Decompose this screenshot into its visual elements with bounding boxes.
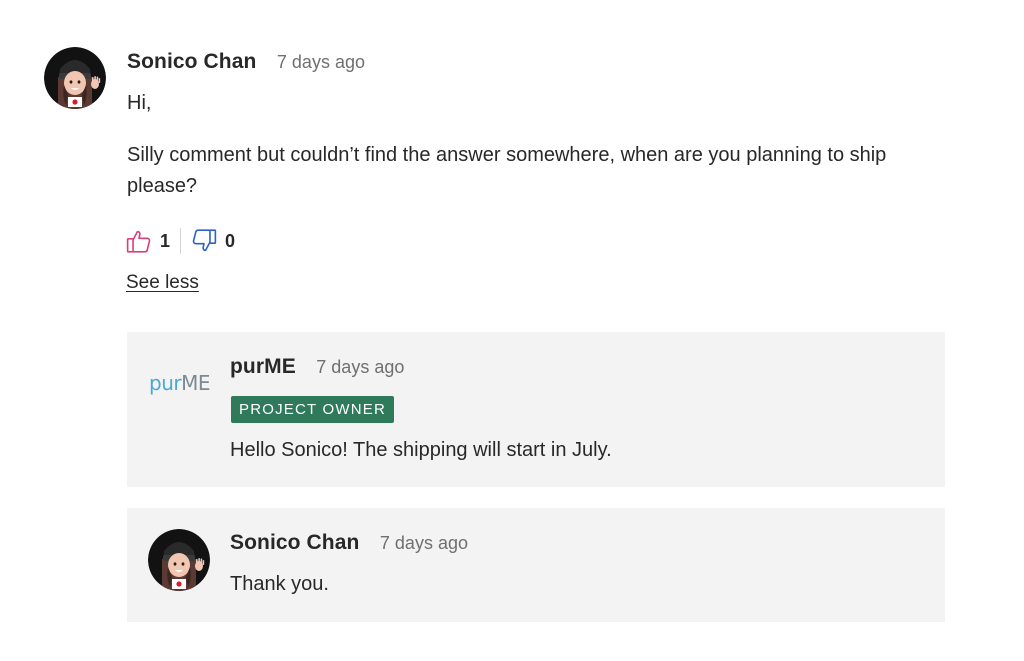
comment-header: Sonico Chan 7 days ago: [127, 50, 365, 74]
reply-user-text: Thank you.: [230, 573, 329, 595]
like-count: 1: [160, 230, 171, 251]
dislike-button[interactable]: 0: [191, 228, 235, 254]
reply-owner-header: purME 7 days ago: [230, 355, 404, 379]
like-button[interactable]: 1: [126, 228, 170, 254]
vote-controls: 1 0: [126, 227, 235, 255]
reply-owner-author[interactable]: purME: [230, 355, 296, 378]
reply-owner-timestamp: 7 days ago: [316, 357, 405, 377]
reply-user: Sonico Chan 7 days ago Thank you.: [127, 508, 945, 622]
dislike-count: 0: [225, 230, 236, 251]
reply-owner-text: Hello Sonico! The shipping will start in…: [230, 439, 612, 461]
comment-timestamp: 7 days ago: [276, 52, 365, 72]
see-less-link[interactable]: See less: [126, 272, 199, 294]
comment-body: Silly comment but couldn’t find the answ…: [127, 144, 887, 197]
reply-user-header: Sonico Chan 7 days ago: [230, 531, 468, 555]
vote-divider: [180, 228, 182, 254]
reply-user-avatar[interactable]: [148, 529, 210, 591]
reply-user-timestamp: 7 days ago: [379, 533, 468, 553]
comment-author-name[interactable]: Sonico Chan: [127, 50, 256, 73]
project-owner-badge: PROJECT OWNER: [231, 396, 394, 423]
comment-greeting: Hi,: [127, 92, 152, 114]
thumbs-up-icon: [126, 230, 151, 253]
user-avatar-icon: [148, 529, 210, 591]
thumbs-down-icon: [192, 229, 217, 252]
comment-author-avatar[interactable]: [44, 47, 106, 109]
purme-logo[interactable]: purME: [149, 371, 210, 395]
user-avatar-icon: [44, 47, 106, 109]
logo-me-part: ME: [181, 371, 210, 395]
logo-pur-part: pur: [149, 371, 182, 395]
reply-owner: purME purME 7 days ago PROJECT OWNER Hel…: [127, 332, 945, 487]
reply-user-author[interactable]: Sonico Chan: [230, 531, 359, 554]
